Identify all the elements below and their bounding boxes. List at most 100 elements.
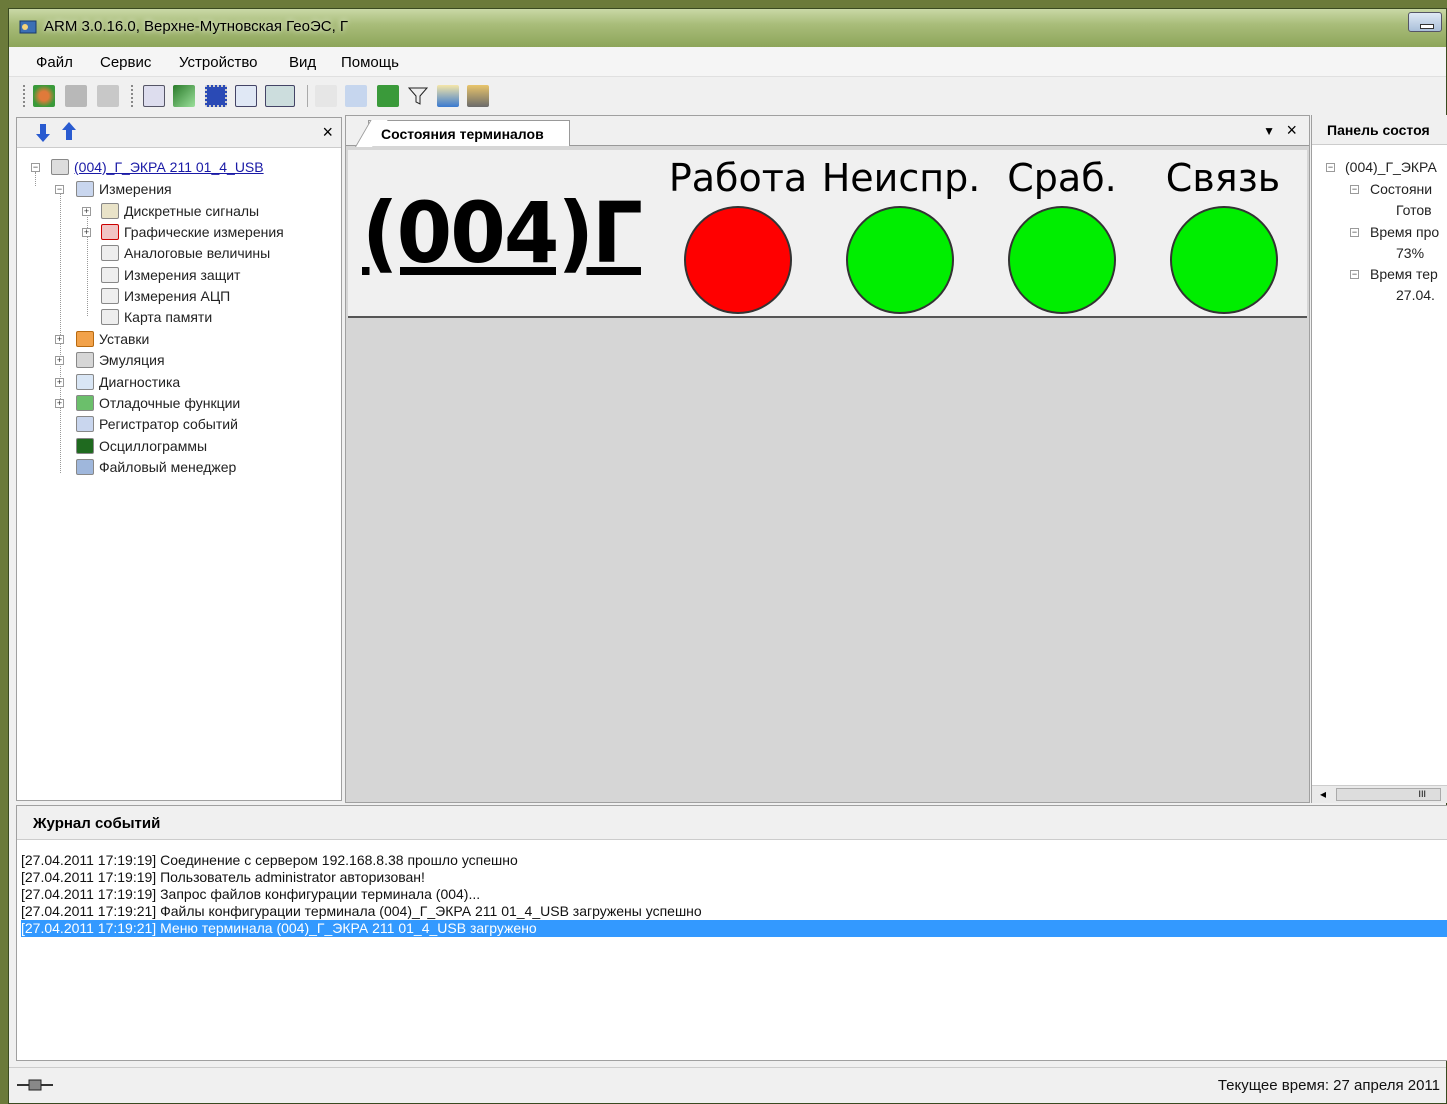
horizontal-scrollbar[interactable]: ◂ III: [1312, 785, 1447, 803]
log-line[interactable]: [27.04.2011 17:19:21] Файлы конфигурации…: [21, 903, 1447, 920]
measurements-icon: [76, 181, 94, 197]
menu-help[interactable]: Помощь: [341, 54, 399, 71]
tree-line: [60, 193, 61, 473]
tree-item-event-recorder[interactable]: Регистратор событий: [76, 414, 238, 434]
right-tree-time-proc[interactable]: Время про: [1370, 224, 1439, 240]
properties-icon[interactable]: [97, 85, 119, 107]
indicator-lamp-link: [1170, 206, 1278, 314]
archive-icon[interactable]: [467, 85, 489, 107]
table-icon[interactable]: [345, 85, 367, 107]
right-tree-state[interactable]: Состояни: [1370, 181, 1432, 197]
print-dropdown-icon[interactable]: [265, 85, 295, 107]
tree-expand-settings[interactable]: +: [55, 335, 64, 344]
right-tree-collapse[interactable]: −: [1350, 185, 1359, 194]
tree-expand-discrete[interactable]: +: [82, 207, 91, 216]
menu-service[interactable]: Сервис: [100, 54, 151, 71]
tree-item-memory-map[interactable]: Карта памяти: [101, 307, 212, 327]
network-icon[interactable]: [377, 85, 399, 107]
tree-item-measurements[interactable]: Измерения: [76, 179, 172, 199]
log-line[interactable]: [27.04.2011 17:19:19] Соединение с серве…: [21, 852, 1447, 869]
scroll-left-icon[interactable]: ◂: [1320, 787, 1326, 801]
tree-expand-debug[interactable]: +: [55, 399, 64, 408]
export-icon[interactable]: [315, 85, 337, 107]
list-icon[interactable]: [143, 85, 165, 107]
table-icon: [101, 245, 119, 261]
tree-item-label: Файловый менеджер: [99, 459, 237, 475]
right-tree-collapse[interactable]: −: [1326, 163, 1335, 172]
tree-close-button[interactable]: ×: [322, 122, 333, 143]
tree-item-label: Отладочные функции: [99, 395, 241, 411]
right-tree-time-term[interactable]: Время тер: [1370, 266, 1438, 282]
tree-item-label: Карта памяти: [124, 309, 213, 325]
tree-item-protection-measurements[interactable]: Измерения защит: [101, 265, 240, 285]
tree-collapse-measurements[interactable]: −: [55, 185, 64, 194]
document-area: Состояния терминалов ▼ × (004)Г Работа Н…: [345, 115, 1310, 803]
table-icon: [101, 288, 119, 304]
connect-icon[interactable]: [33, 85, 55, 107]
file-manager-icon: [76, 459, 94, 475]
tree-item-label: Аналоговые величины: [124, 245, 271, 261]
tree-item-settings[interactable]: Уставки: [76, 329, 149, 349]
filter-icon[interactable]: [407, 85, 429, 107]
book-icon: [76, 416, 94, 432]
select-icon[interactable]: [205, 85, 227, 107]
tree-expand-diagnostics[interactable]: +: [55, 378, 64, 387]
menu-view[interactable]: Вид: [289, 54, 316, 71]
tree-root-device[interactable]: (004)_Г_ЭКРА 211 01_4_USB: [51, 157, 264, 177]
users-icon[interactable]: [65, 85, 87, 107]
arrow-up-icon[interactable]: [61, 121, 77, 141]
tree-item-analog-values[interactable]: Аналоговые величины: [101, 243, 270, 263]
tree-pane-header: ×: [17, 118, 341, 148]
mail-icon[interactable]: [437, 85, 459, 107]
tree-expand-graphic[interactable]: +: [82, 228, 91, 237]
event-log-title: Журнал событий: [33, 815, 161, 832]
right-tree-collapse[interactable]: −: [1350, 228, 1359, 237]
tree-item-label: Эмуляция: [99, 352, 165, 368]
terminal-status-panel: (004)Г Работа Неиспр. Сраб. Связь: [348, 150, 1307, 318]
tree-item-label: Измерения: [99, 181, 172, 197]
tree-item-diagnostics[interactable]: Диагностика: [76, 372, 180, 392]
oscilloscope-icon: [76, 438, 94, 454]
tree-item-label: Дискретные сигналы: [124, 203, 260, 219]
indicator-lamp-fault: [846, 206, 954, 314]
scrollbar-thumb[interactable]: III: [1336, 788, 1441, 801]
tree-collapse-root[interactable]: −: [31, 163, 40, 172]
log-line-selected[interactable]: [27.04.2011 17:19:21] Меню терминала (00…: [21, 920, 1447, 937]
log-line[interactable]: [27.04.2011 17:19:19] Пользователь admin…: [21, 869, 1447, 886]
right-tree-root[interactable]: (004)_Г_ЭКРА: [1345, 159, 1437, 175]
tree-item-label: Осциллограммы: [99, 438, 208, 454]
tree-expand-emulation[interactable]: +: [55, 356, 64, 365]
minimize-button[interactable]: [1408, 12, 1442, 32]
right-tree-collapse[interactable]: −: [1350, 270, 1359, 279]
tree-item-oscillograms[interactable]: Осциллограммы: [76, 436, 207, 456]
fit-icon[interactable]: [235, 85, 257, 107]
device-tree-pane: × − (004)_Г_ЭКРА 211 01_4_USB − Измерени…: [16, 117, 342, 801]
refresh-icon[interactable]: [173, 85, 195, 107]
tree-item-emulation[interactable]: Эмуляция: [76, 350, 165, 370]
toolbar-separator: [307, 85, 308, 107]
indicator-lamp-work: [684, 206, 792, 314]
current-time: Текущее время: 27 апреля 2011: [1217, 1077, 1440, 1094]
document-close-button[interactable]: ×: [1286, 120, 1297, 141]
tree-item-graphic-measurements[interactable]: Графические измерения: [101, 222, 284, 242]
graph-icon: [101, 224, 119, 240]
log-line[interactable]: [27.04.2011 17:19:19] Запрос файлов конф…: [21, 886, 1447, 903]
menu-device[interactable]: Устройство: [179, 54, 257, 71]
tree-item-adc-measurements[interactable]: Измерения АЦП: [101, 286, 230, 306]
tree-item-debug-functions[interactable]: Отладочные функции: [76, 393, 240, 413]
tree-item-file-manager[interactable]: Файловый менеджер: [76, 457, 236, 477]
right-tree-ready: Готов: [1396, 202, 1432, 218]
table-icon: [101, 309, 119, 325]
tab-terminal-states[interactable]: Состояния терминалов: [368, 120, 570, 146]
arrow-down-icon[interactable]: [35, 123, 51, 143]
discrete-signals-icon: [101, 203, 119, 219]
window-title: ARM 3.0.16.0, Верхне-Мутновская ГеоЭС, Г: [44, 18, 349, 35]
menu-file[interactable]: Файл: [36, 54, 73, 71]
toolbar-grip[interactable]: [23, 85, 26, 107]
toolbar-grip-2[interactable]: [131, 85, 134, 107]
tree-item-discrete-signals[interactable]: Дискретные сигналы: [101, 201, 259, 221]
terminal-name: (004)Г: [362, 184, 643, 282]
connection-plug-icon: [17, 1079, 53, 1091]
tab-dropdown-icon[interactable]: ▼: [1263, 124, 1275, 138]
tree-item-label: Измерения АЦП: [124, 288, 231, 304]
